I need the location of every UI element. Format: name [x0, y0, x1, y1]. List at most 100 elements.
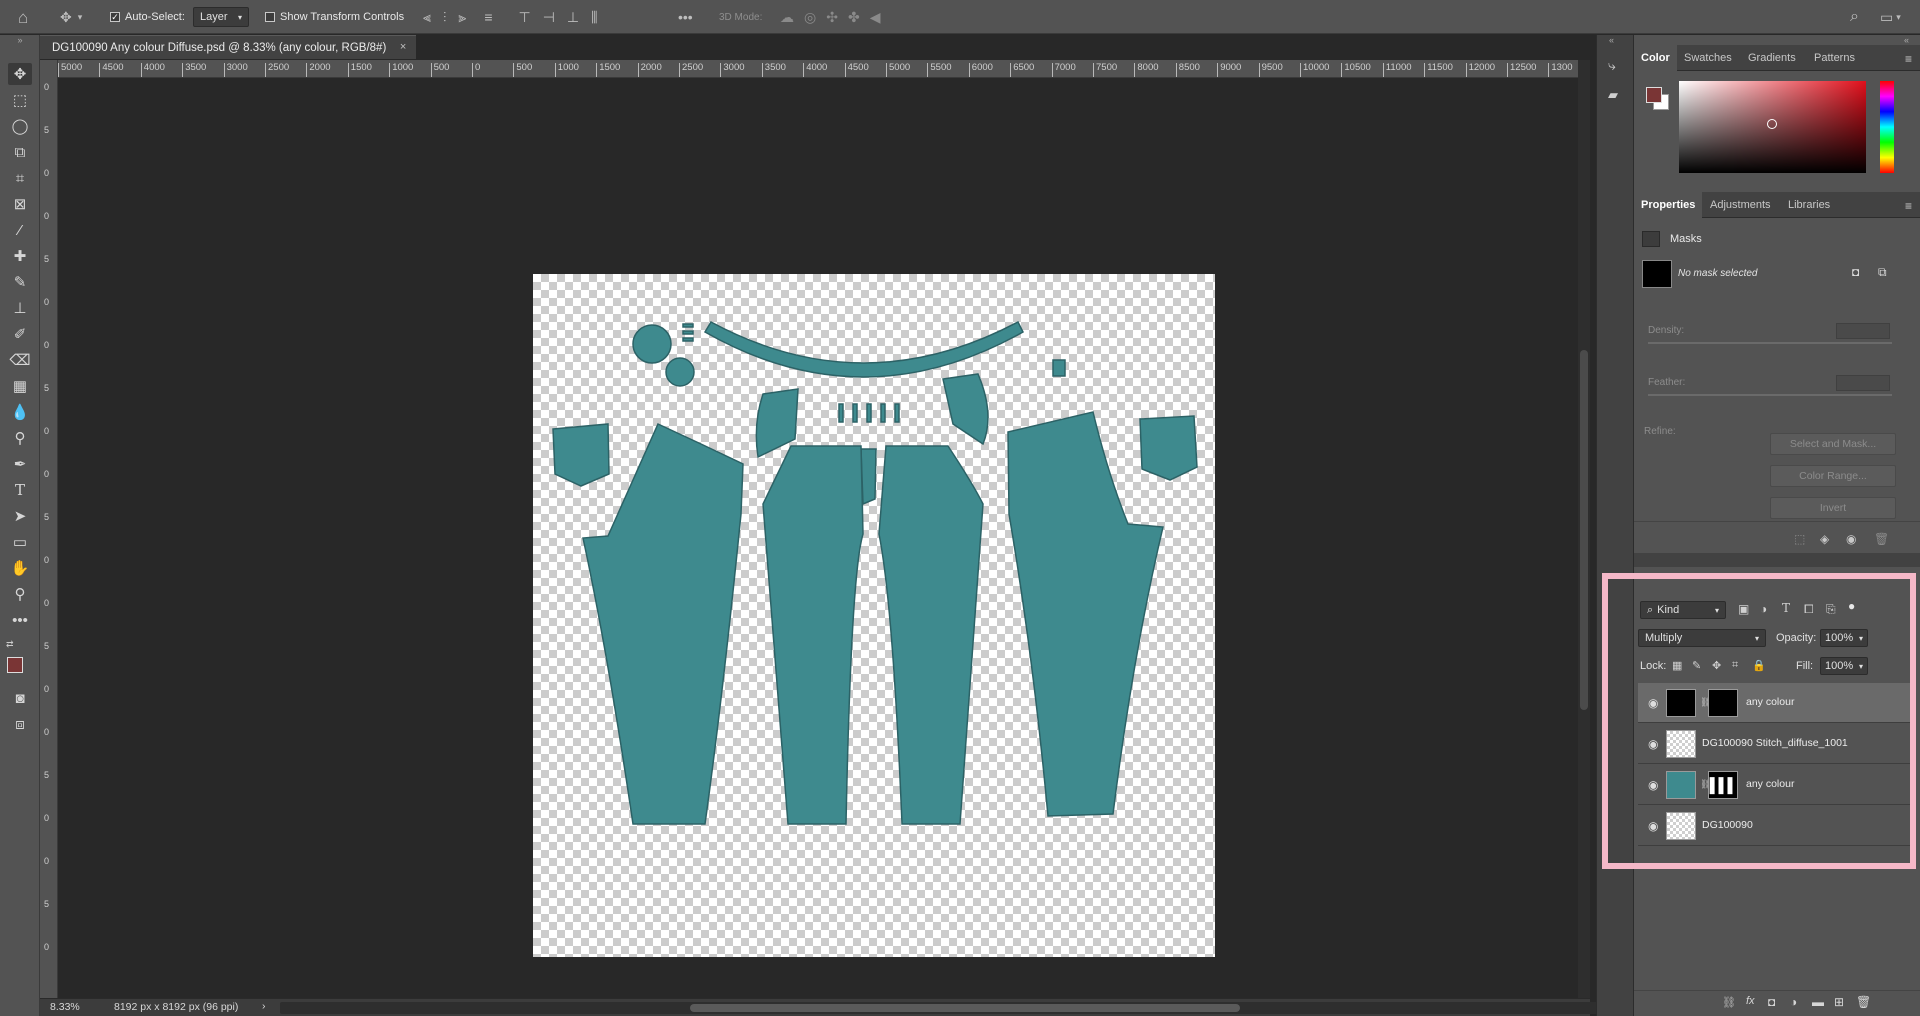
foreground-color-swatch[interactable] — [1646, 87, 1662, 103]
lock-transparent-icon[interactable]: ▦ — [1672, 659, 1682, 672]
collapse-icon[interactable]: « — [1609, 35, 1614, 45]
move-tool[interactable]: ✥ — [8, 63, 32, 85]
vertical-scroll-thumb[interactable] — [1580, 350, 1588, 710]
swap-colors-icon[interactable]: ⇄ — [6, 639, 14, 650]
color-range-button[interactable]: Color Range... — [1770, 465, 1896, 487]
tab-adjustments[interactable]: Adjustments — [1710, 192, 1771, 218]
opacity-field[interactable]: 100% ▾ — [1820, 629, 1868, 647]
layer-row[interactable]: ◉ DG100090 Stitch_diffuse_1001 — [1638, 724, 1914, 764]
invert-button[interactable]: Invert — [1770, 497, 1896, 519]
filter-smart-object-icon[interactable]: ⎘ — [1826, 602, 1836, 617]
align-right-icon[interactable]: ⫸ — [458, 10, 466, 24]
trash-icon[interactable]: 🗑 — [1856, 995, 1871, 1009]
select-and-mask-button[interactable]: Select and Mask... — [1770, 433, 1896, 455]
density-slider[interactable] — [1648, 342, 1892, 344]
roll-3d-icon[interactable]: ◎ — [804, 10, 816, 24]
tab-swatches[interactable]: Swatches — [1684, 45, 1732, 71]
adjustment-layer-icon[interactable]: ◑ — [1790, 995, 1797, 1009]
align-left-icon[interactable]: ⫷ — [423, 10, 431, 24]
tab-libraries[interactable]: Libraries — [1788, 192, 1830, 218]
eyedropper-tool[interactable]: ⁄ — [8, 219, 32, 241]
rectangle-tool[interactable]: ▭ — [8, 531, 32, 553]
fill-field[interactable]: 100% ▾ — [1820, 657, 1868, 675]
distribute-vertical-icon[interactable]: ⫼ — [591, 10, 597, 24]
path-select-tool[interactable]: ➤ — [8, 505, 32, 527]
align-center-icon[interactable]: ⫶ — [443, 10, 447, 24]
delete-mask-icon[interactable]: 🗑 — [1874, 532, 1889, 546]
document-tab[interactable]: DG100090 Any colour Diffuse.psd @ 8.33% … — [40, 35, 417, 59]
link-layers-icon[interactable]: ⛓ — [1722, 996, 1736, 1009]
align-top-icon[interactable]: ⊤ — [518, 10, 530, 24]
foreground-color-swatch[interactable] — [7, 657, 23, 673]
blend-mode-dropdown[interactable]: Multiply ▾ — [1638, 629, 1766, 647]
eraser-tool[interactable]: ⌫ — [8, 349, 32, 371]
collapse-panels-icon[interactable]: « — [1904, 35, 1909, 45]
layer-row[interactable]: ◉ ⛓ ▌▌▌ any colour — [1638, 765, 1914, 805]
lock-artboard-icon[interactable]: ⌗ — [1732, 659, 1738, 672]
apply-mask-icon[interactable]: ◈ — [1820, 532, 1829, 546]
tab-color[interactable]: Color — [1634, 45, 1677, 71]
blur-tool[interactable]: 💧 — [8, 401, 32, 423]
filter-type-icon[interactable]: T — [1782, 601, 1790, 615]
close-icon[interactable]: × — [400, 41, 406, 53]
filter-kind-dropdown[interactable]: ⌕ Kind ▾ — [1640, 601, 1726, 619]
quick-mask-button[interactable]: ◙ — [8, 687, 32, 709]
tab-properties[interactable]: Properties — [1634, 192, 1703, 218]
home-icon[interactable]: ⌂ — [18, 0, 28, 34]
screen-mode-button[interactable]: ⧈ — [8, 713, 32, 735]
add-mask-icon[interactable]: ◘ — [1768, 995, 1775, 1009]
layer-row[interactable]: ◉ DG100090 — [1638, 806, 1914, 846]
tab-patterns[interactable]: Patterns — [1814, 45, 1855, 71]
feather-field[interactable] — [1836, 375, 1890, 391]
panel-menu-icon[interactable]: ≡ — [1905, 199, 1912, 213]
gradient-tool[interactable]: ▦ — [8, 375, 32, 397]
history-icon[interactable]: ⤷ — [1608, 57, 1616, 74]
load-selection-icon[interactable]: ⬚ — [1794, 532, 1805, 546]
edit-toolbar-button[interactable]: ••• — [8, 609, 32, 631]
type-tool[interactable]: T — [8, 479, 32, 501]
new-layer-icon[interactable]: ⊞ — [1834, 995, 1844, 1009]
density-field[interactable] — [1836, 323, 1890, 339]
more-options-button[interactable]: ••• — [678, 0, 693, 34]
show-transform-checkbox[interactable]: Show Transform Controls — [265, 0, 404, 34]
hue-slider[interactable] — [1880, 81, 1894, 173]
lock-pixels-icon[interactable]: ✎ — [1692, 659, 1701, 672]
slide-3d-icon[interactable]: ✤ — [848, 10, 860, 24]
add-pixel-mask-icon[interactable]: ◘ — [1852, 265, 1859, 279]
distribute-icon[interactable]: ≡ — [484, 10, 492, 24]
layer-row[interactable]: ◉ ⛓ any colour — [1638, 683, 1914, 723]
layer-mask-thumbnail[interactable] — [1708, 689, 1738, 717]
eye-icon[interactable]: ◉ — [1648, 696, 1658, 710]
auto-select-target-dropdown[interactable]: Layer ▾ — [193, 7, 249, 27]
filter-shape-icon[interactable]: ⧠ — [1804, 602, 1814, 617]
lock-position-icon[interactable]: ✥ — [1712, 659, 1721, 672]
history-brush-tool[interactable]: ✐ — [8, 323, 32, 345]
color-picker-field[interactable] — [1679, 81, 1866, 173]
folder-icon[interactable]: ▬ — [1812, 995, 1824, 1009]
layer-mask-thumbnail[interactable]: ▌▌▌ — [1708, 771, 1738, 799]
crop-tool[interactable]: ⌗ — [8, 167, 32, 189]
healing-tool[interactable]: ✚ — [8, 245, 32, 267]
fx-icon[interactable]: fx — [1746, 995, 1755, 1007]
filter-pixel-icon[interactable]: ▣ — [1738, 602, 1749, 616]
eye-icon[interactable]: ◉ — [1648, 737, 1658, 751]
zoom-level[interactable]: 8.33% — [50, 1001, 80, 1013]
workspace-icon[interactable]: ▭ ▾ — [1880, 0, 1901, 34]
scale-3d-icon[interactable]: ◀ — [870, 10, 881, 24]
eye-icon[interactable]: ◉ — [1648, 778, 1658, 792]
tab-gradients[interactable]: Gradients — [1748, 45, 1796, 71]
lock-all-icon[interactable]: 🔒 — [1752, 659, 1766, 672]
hand-tool[interactable]: ✋ — [8, 557, 32, 579]
object-select-tool[interactable]: ⧉ — [8, 141, 32, 163]
horizontal-scrollbar[interactable] — [280, 1002, 1600, 1014]
pan-3d-icon[interactable]: ✣ — [826, 10, 838, 24]
stamp-tool[interactable]: ⊥ — [8, 297, 32, 319]
document-canvas[interactable] — [533, 274, 1215, 957]
visibility-icon[interactable]: ◉ — [1846, 532, 1856, 546]
filter-toggle-icon[interactable]: ● — [1848, 599, 1855, 613]
align-middle-icon[interactable]: ⊣ — [543, 10, 555, 24]
canvas-area[interactable] — [58, 78, 1578, 998]
collapse-icon[interactable]: » — [8, 35, 32, 45]
zoom-tool[interactable]: ⚲ — [8, 583, 32, 605]
move-tool-icon[interactable]: ✥ ▾ — [60, 0, 82, 34]
